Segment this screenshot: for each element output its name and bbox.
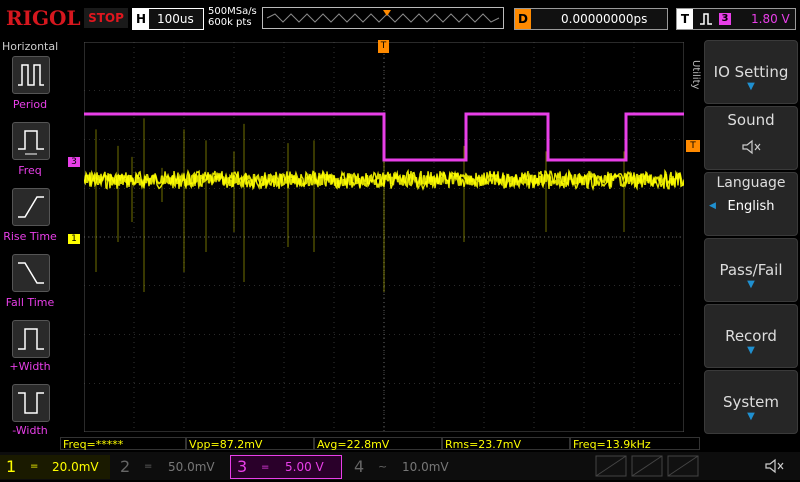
measurement-rms[interactable]: Rms=23.7mV [442, 437, 570, 451]
measurement-vpp[interactable]: Vpp=87.2mV [186, 437, 314, 451]
rise-time-button[interactable] [12, 188, 50, 226]
channel-1-status[interactable]: 1 = 20.0mV [0, 455, 110, 479]
measurement-bar: Freq=***** Vpp=87.2mV Avg=22.8mV Rms=23.… [60, 437, 700, 451]
delay-value: 0.00000000ps [561, 12, 648, 26]
disabled-slots [594, 454, 704, 478]
negative-width-label: -Width [12, 424, 48, 437]
freq-button[interactable] [12, 122, 50, 160]
channel-3-number: 3 [237, 457, 248, 476]
language-label: Language [716, 175, 786, 191]
io-setting-label: IO Setting [713, 63, 789, 81]
memory-position-bar[interactable] [262, 7, 504, 29]
ch1-offset-marker[interactable]: 1 [68, 234, 80, 244]
channel-3-scale: 5.00 V [285, 460, 324, 474]
memory-waveform-preview [266, 10, 500, 23]
positive-width-icon [18, 328, 44, 350]
io-setting-button[interactable]: IO Setting ▼ [704, 40, 798, 104]
trigger-source-channel: 3 [719, 13, 731, 25]
horizontal-timebase-box[interactable]: H 100us [132, 8, 204, 30]
sound-button[interactable]: Sound [704, 106, 798, 170]
record-label: Record [725, 327, 777, 345]
ch3-offset-marker[interactable]: 3 [68, 157, 80, 167]
chevron-down-icon: ▼ [747, 411, 755, 422]
graticule [83, 41, 685, 433]
channel-status-bar: 1 = 20.0mV 2 = 50.0mV 3 = 5.00 V 4 ~ 10.… [0, 452, 800, 480]
right-menu: IO Setting ▼ Sound Language ◀ English Pa… [704, 40, 798, 435]
dc-coupling-icon: = [261, 462, 270, 473]
language-value-row: ◀ English [705, 199, 797, 214]
memory-depth: 600k pts [208, 17, 252, 28]
freq-icon [18, 130, 44, 155]
channel-1-number: 1 [6, 457, 17, 476]
timebase-value: 100us [157, 12, 194, 26]
sample-rate: 500MSa/s [208, 6, 257, 17]
chevron-left-icon: ◀ [709, 201, 716, 211]
trigger-position-indicator[interactable]: T [378, 40, 389, 53]
trigger-level: 1.80 V [751, 12, 790, 26]
negative-width-button[interactable] [12, 384, 50, 422]
chevron-down-icon: ▼ [747, 279, 755, 290]
rise-time-icon [18, 196, 44, 218]
sound-label: Sound [727, 111, 775, 129]
channel-1-scale: 20.0mV [52, 460, 99, 474]
rigol-logo: RIGOL [6, 6, 81, 30]
rising-edge-icon [700, 13, 712, 25]
speaker-muted-icon [742, 139, 761, 155]
delay-box[interactable]: D 0.00000000ps [514, 8, 668, 30]
period-icon [18, 64, 44, 86]
channel-2-number: 2 [120, 457, 131, 476]
pass-fail-label: Pass/Fail [719, 261, 783, 279]
fall-time-label: Fall Time [5, 296, 55, 309]
channel-2-status[interactable]: 2 = 50.0mV [114, 455, 226, 479]
measurement-freq-ch1[interactable]: Freq=13.9kHz [570, 437, 700, 451]
run-stop-indicator[interactable]: STOP [84, 8, 128, 28]
chevron-down-icon: ▼ [747, 345, 755, 356]
positive-width-button[interactable] [12, 320, 50, 358]
dc-coupling-icon: = [144, 461, 153, 472]
trigger-level-marker[interactable]: T [686, 140, 700, 152]
system-label: System [723, 393, 779, 411]
channel-2-scale: 50.0mV [168, 460, 215, 474]
right-menu-title: Utility [690, 60, 701, 90]
pass-fail-button[interactable]: Pass/Fail ▼ [704, 238, 798, 302]
language-button[interactable]: Language ◀ English [704, 172, 798, 236]
waveform-display[interactable] [83, 41, 685, 433]
trigger-position-marker [383, 10, 391, 16]
channel-4-number: 4 [354, 457, 365, 476]
trigger-box[interactable]: T 3 1.80 V [676, 8, 796, 30]
period-label: Period [12, 98, 48, 111]
dc-coupling-icon: = [30, 461, 39, 472]
ch3-trace [84, 112, 684, 162]
delay-letter: D [515, 9, 531, 29]
language-value: English [727, 199, 775, 214]
horizontal-letter: H [133, 9, 149, 29]
period-button[interactable] [12, 56, 50, 94]
speaker-muted-icon[interactable] [762, 456, 786, 476]
channel-4-status[interactable]: 4 ~ 10.0mV [346, 455, 460, 479]
chevron-down-icon: ▼ [747, 81, 755, 92]
system-button[interactable]: System ▼ [704, 370, 798, 434]
measurement-freq-ch3[interactable]: Freq=***** [60, 437, 186, 451]
channel-3-status[interactable]: 3 = 5.00 V [230, 455, 342, 479]
fall-time-button[interactable] [12, 254, 50, 292]
trigger-letter: T [677, 9, 693, 29]
rise-time-label: Rise Time [3, 230, 57, 243]
channel-4-scale: 10.0mV [402, 460, 449, 474]
ac-coupling-icon: ~ [378, 460, 388, 473]
freq-label: Freq [18, 164, 42, 177]
negative-width-icon [18, 392, 44, 414]
left-menu-title: Horizontal [2, 40, 59, 53]
fall-time-icon [18, 262, 44, 284]
measurement-avg[interactable]: Avg=22.8mV [314, 437, 442, 451]
record-button[interactable]: Record ▼ [704, 304, 798, 368]
positive-width-label: +Width [9, 360, 51, 373]
acquisition-info: 500MSa/s 600k pts [208, 6, 257, 28]
